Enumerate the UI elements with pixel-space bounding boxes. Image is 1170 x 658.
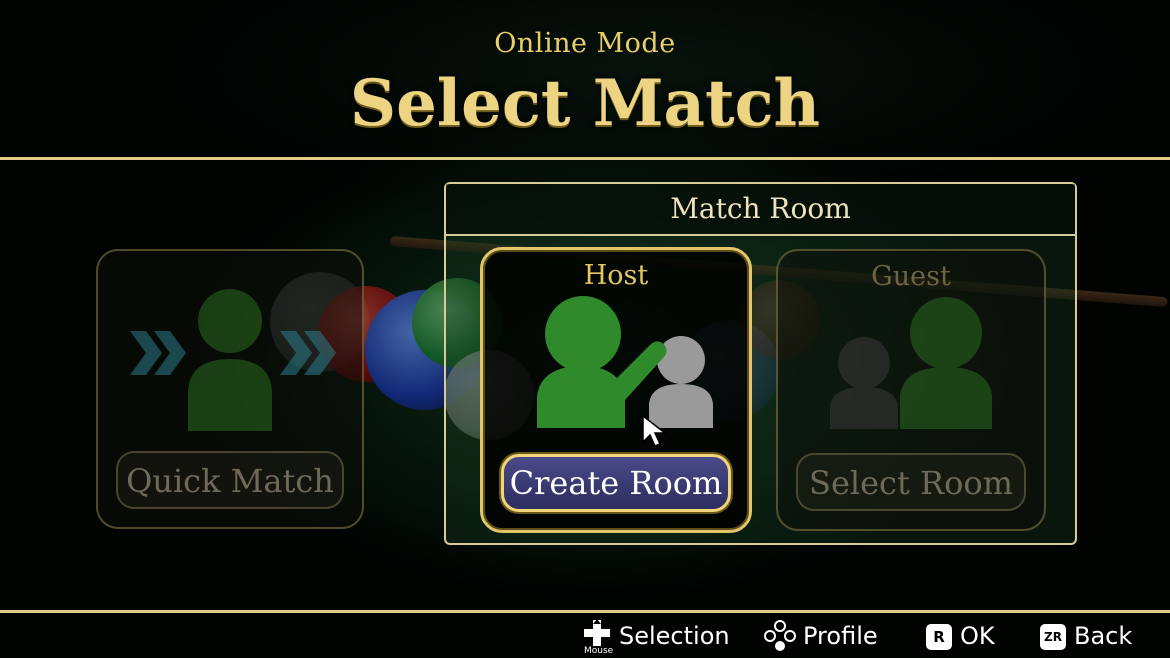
quick-match-button[interactable]: Quick Match xyxy=(116,451,344,509)
mouse-cursor-icon xyxy=(642,414,667,447)
back-hint[interactable]: ZR Back xyxy=(1040,622,1132,650)
footer-hints: Mouse Selection Profile R OK ZR Back xyxy=(0,618,1170,658)
guest-pair-icon xyxy=(830,297,992,429)
guest-label: Guest xyxy=(871,261,951,292)
profile-hint: Profile xyxy=(803,622,878,650)
zr-button-icon: ZR xyxy=(1040,624,1066,650)
ok-hint[interactable]: R OK xyxy=(926,622,995,650)
r-button-icon: R xyxy=(926,624,952,650)
page-title: Select Match xyxy=(349,66,821,141)
host-card[interactable]: Host Create Room xyxy=(480,247,752,533)
face-buttons-icon xyxy=(764,620,796,651)
mode-subtitle: Online Mode xyxy=(494,28,676,59)
host-raising-hand-icon xyxy=(537,296,713,428)
match-room-title: Match Room xyxy=(446,184,1075,236)
select-room-button[interactable]: Select Room xyxy=(796,453,1026,511)
back-label: Back xyxy=(1074,622,1133,650)
footer-divider xyxy=(0,610,1170,613)
dpad-icon xyxy=(584,619,610,646)
guest-card[interactable]: Guest Select Room xyxy=(776,249,1046,531)
header-divider xyxy=(0,157,1170,160)
selection-sub-label: Mouse xyxy=(584,646,614,656)
create-room-button[interactable]: Create Room xyxy=(501,454,731,512)
host-label: Host xyxy=(583,260,649,291)
quick-match-card[interactable]: Quick Match xyxy=(96,249,364,529)
chevrons-person-icon xyxy=(130,289,336,431)
ok-label: OK xyxy=(960,622,995,650)
selection-hint: Selection xyxy=(619,622,730,650)
